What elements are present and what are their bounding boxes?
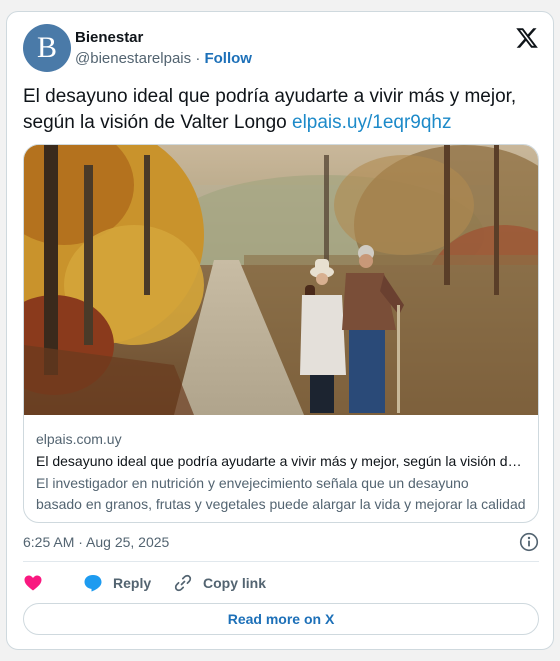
tweet-card: B Bienestar @bienestarelpais · Follow El…	[6, 11, 554, 650]
link-domain: elpais.com.uy	[36, 431, 122, 447]
tweet-link[interactable]: elpais.uy/1eqr9qhz	[292, 112, 452, 133]
x-logo-icon[interactable]	[515, 26, 539, 50]
autumn-forest-path-photo	[24, 145, 538, 415]
info-icon[interactable]	[519, 532, 539, 552]
link-description: El investigador en nutrición y envejecim…	[36, 473, 528, 515]
divider	[23, 561, 539, 562]
separator-dot: ·	[195, 50, 201, 67]
link-description-line1: El investigador en nutrición y envejecim…	[36, 475, 469, 491]
avatar[interactable]: B	[23, 24, 71, 72]
reply-button[interactable]: Reply	[83, 571, 151, 595]
link-title: El desayuno ideal que podría ayudarte a …	[36, 453, 528, 469]
heart-icon	[24, 575, 42, 591]
link-preview-card[interactable]: elpais.com.uy El desayuno ideal que podr…	[23, 144, 539, 523]
copy-link-button[interactable]: Copy link	[173, 571, 266, 595]
like-button[interactable]	[23, 571, 43, 595]
link-icon	[174, 574, 192, 592]
copy-link-label: Copy link	[203, 575, 267, 591]
link-description-line2: basado en granos, frutas y vegetales pue…	[36, 496, 526, 512]
action-bar: Reply Copy link	[23, 571, 539, 595]
reply-bubble-icon	[84, 575, 102, 592]
tweet-text: El desayuno ideal que podría ayudarte a …	[23, 84, 543, 136]
timestamp-row: 6:25 AM · Aug 25, 2025	[23, 532, 539, 552]
author-name[interactable]: Bienestar	[75, 29, 143, 46]
author-handle-row: @bienestarelpais · Follow	[75, 50, 252, 67]
reply-label: Reply	[113, 575, 152, 591]
follow-link[interactable]: Follow	[204, 50, 252, 67]
link-meta: elpais.com.uy El desayuno ideal que podr…	[36, 429, 528, 515]
tweet-header: B Bienestar @bienestarelpais · Follow	[23, 24, 539, 74]
tweet-timestamp[interactable]: 6:25 AM · Aug 25, 2025	[23, 534, 169, 550]
author-handle[interactable]: @bienestarelpais	[75, 50, 191, 67]
read-more-button[interactable]: Read more on X	[23, 603, 539, 635]
